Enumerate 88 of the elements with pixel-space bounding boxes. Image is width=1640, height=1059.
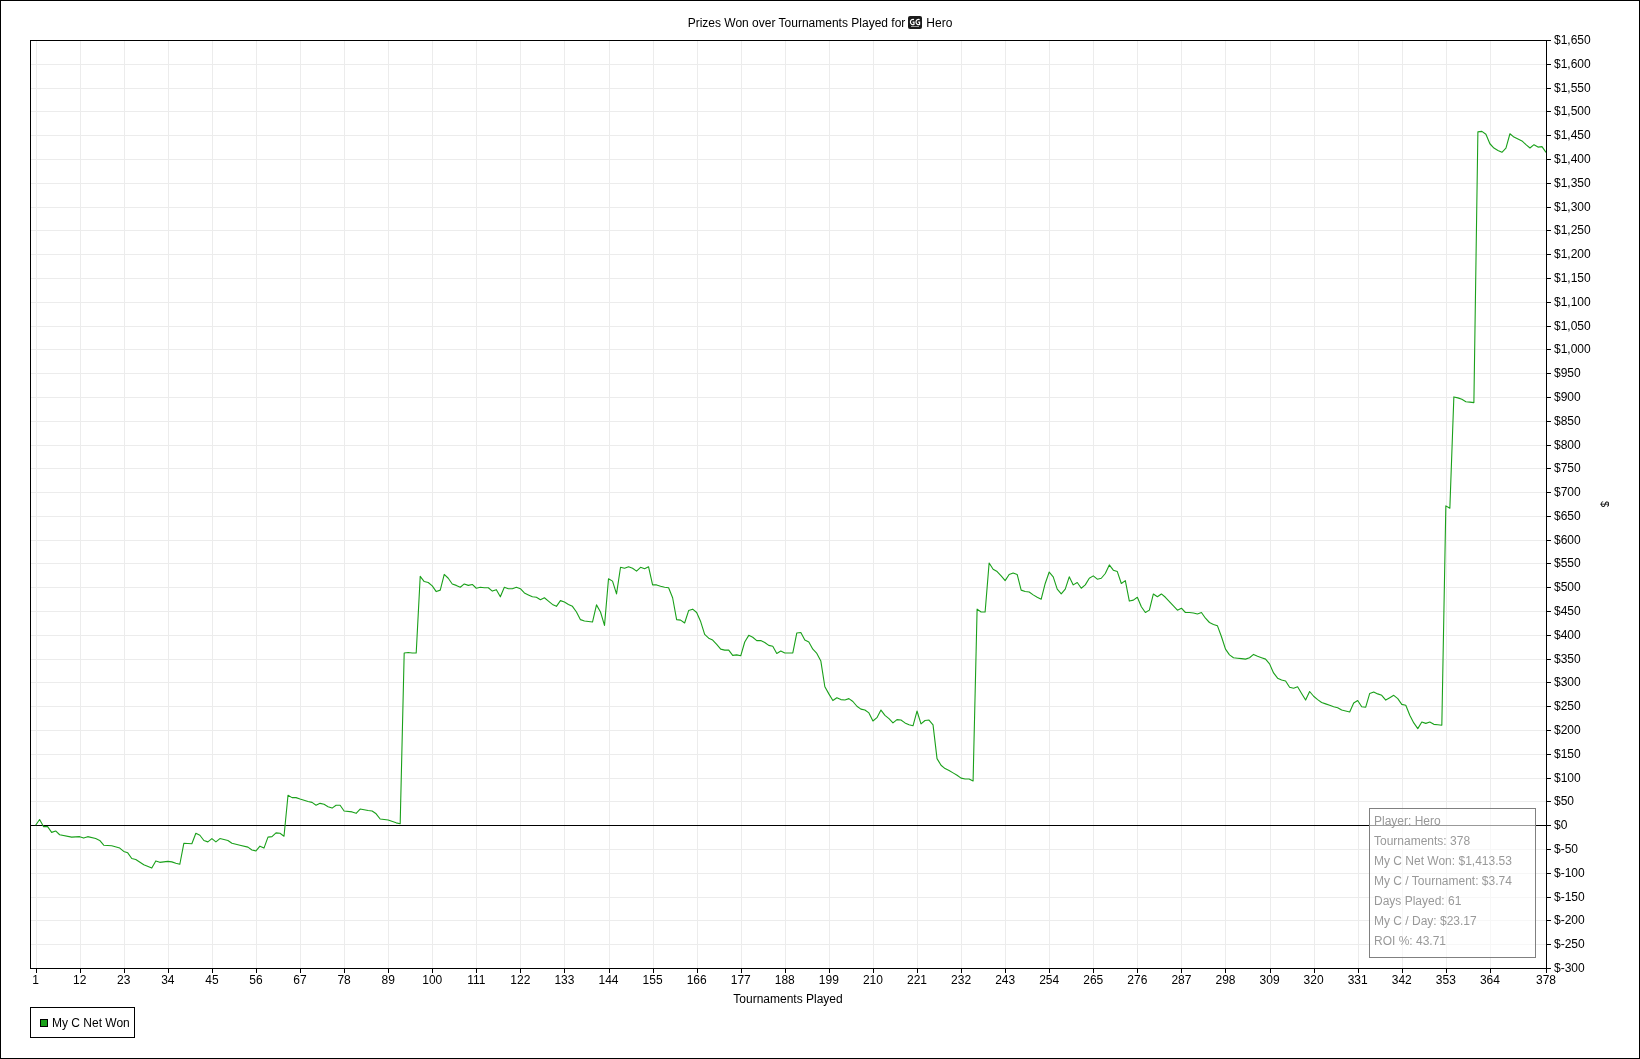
y-tick-label: $500 [1554,580,1581,595]
x-tick-label: 210 [862,973,883,987]
y-tick-label: $1,150 [1554,270,1591,285]
stats-line: ROI %: 43.71 [1374,933,1447,950]
x-tick-label: 298 [1215,973,1236,987]
x-tick-label: 12 [73,973,87,987]
y-tick-label: $150 [1554,746,1581,761]
x-tick-label: 265 [1083,973,1104,987]
legend-label: My C Net Won [52,1015,130,1030]
x-tick-label: 166 [686,973,707,987]
y-tick-label: $-300 [1554,961,1585,975]
x-tick-label: 144 [598,973,619,987]
x-tick-label: 309 [1259,973,1280,987]
y-tick-label: $550 [1554,556,1581,571]
y-tick-label: $1,450 [1554,128,1591,143]
chart-title: Prizes Won over Tournaments Played for [687,16,906,30]
y-tick-label: $-250 [1554,937,1585,952]
player-name: Hero [926,16,953,30]
y-tick-label: $1,250 [1554,223,1591,238]
x-tick-label: 353 [1435,973,1456,987]
y-tick-label: $1,500 [1554,104,1591,119]
x-tick-label: 199 [818,973,839,987]
y-tick-label: $1,550 [1554,80,1591,95]
y-tick-label: $1,650 [1554,33,1591,47]
y-tick-label: $650 [1554,508,1581,523]
y-tick-label: $700 [1554,485,1581,500]
y-tick-label: $-150 [1554,889,1585,904]
y-tick-label: $1,600 [1554,56,1591,71]
x-tick-label: 254 [1039,973,1060,987]
x-tick-label: 342 [1391,973,1412,987]
x-tick-label: 111 [467,973,486,987]
y-tick-label: $1,200 [1554,247,1591,262]
x-tick-label: 378 [1536,973,1556,987]
y-tick-label: $0 [1554,818,1568,833]
x-tick-label: 155 [642,973,663,987]
y-tick-label: $-100 [1554,865,1585,880]
y-tick-label: $300 [1554,675,1581,690]
stats-line: My C / Day: $23.17 [1374,913,1477,930]
y-tick-label: $800 [1554,437,1581,452]
x-tick-label: 78 [337,973,351,987]
y-tick-label: $750 [1554,461,1581,476]
stats-line: Days Played: 61 [1374,893,1462,910]
y-tick-label: $1,000 [1554,342,1591,357]
y-tick-label: $1,400 [1554,151,1591,166]
x-tick-label: 243 [995,973,1016,987]
y-tick-label: $-50 [1554,842,1579,857]
x-tick-label: 276 [1127,973,1148,987]
x-tick-label: 133 [554,973,575,987]
stats-line: My C Net Won: $1,413.53 [1374,853,1512,870]
x-tick-label: 67 [293,973,307,987]
x-tick-label: 177 [730,973,751,987]
y-tick-label: $250 [1554,699,1581,714]
y-tick-label: $1,300 [1554,199,1591,214]
x-tick-label: 122 [510,973,531,987]
x-tick-label: 56 [249,973,263,987]
x-axis-title: Tournaments Played [733,992,843,1006]
y-tick-label: $900 [1554,389,1581,404]
x-tick-label: 364 [1479,973,1500,987]
y-tick-label: $850 [1554,413,1581,428]
x-tick-label: 89 [381,973,395,987]
y-tick-label: $400 [1554,627,1581,642]
stats-line: My C / Tournament: $3.74 [1374,873,1512,890]
x-tick-label: 287 [1171,973,1192,987]
y-tick-label: $1,100 [1554,294,1591,309]
y-tick-label: $450 [1554,604,1581,619]
x-tick-label: 23 [117,973,131,987]
x-tick-label: 1 [32,973,39,987]
y-tick-label: $1,350 [1554,175,1591,190]
y-tick-label: $100 [1554,770,1581,785]
y-axis-title: $ [1599,500,1611,508]
stats-line: Tournaments: 378 [1374,833,1471,850]
stats-line: Player: Hero [1374,813,1441,830]
x-tick-label: 34 [161,973,175,987]
y-tick-label: $200 [1554,723,1581,738]
y-tick-label: $1,050 [1554,318,1591,333]
y-tick-label: $350 [1554,651,1581,666]
y-tick-label: $600 [1554,532,1581,547]
x-tick-label: 320 [1303,973,1324,987]
x-tick-label: 188 [774,973,795,987]
y-tick-label: $50 [1554,794,1575,809]
y-tick-label: $-200 [1554,913,1585,928]
x-tick-label: 45 [205,973,219,987]
y-tick-label: $950 [1554,366,1581,381]
x-tick-label: 100 [422,973,443,987]
x-tick-label: 232 [951,973,972,987]
logo-icon [908,16,923,29]
x-tick-label: 331 [1347,973,1368,987]
x-tick-label: 221 [907,973,927,987]
